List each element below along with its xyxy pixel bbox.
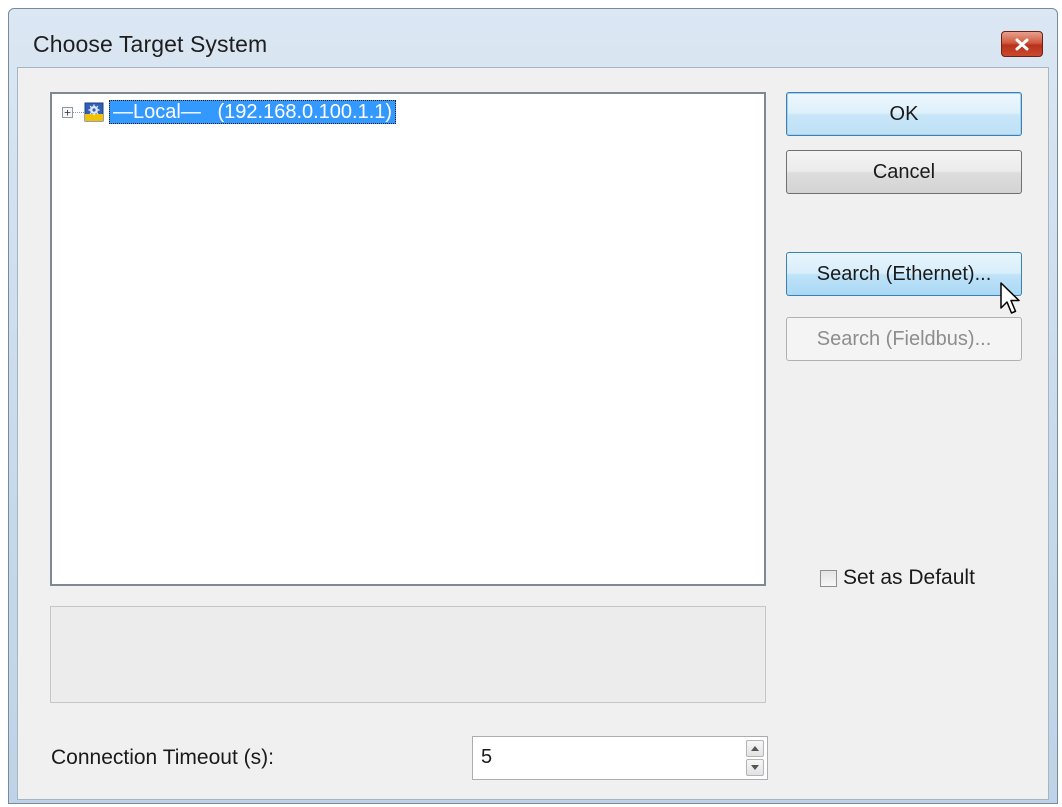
search-ethernet-button[interactable]: Search (Ethernet)... [786, 252, 1022, 296]
expand-icon[interactable]: + [62, 106, 73, 118]
tree-node-local[interactable]: + —Local— (192.168.0.100.1.1) [62, 99, 397, 125]
chevron-up-icon [751, 746, 759, 751]
connection-timeout-spinbox[interactable]: 5 [472, 736, 768, 780]
close-icon [1015, 38, 1029, 50]
target-system-icon [84, 102, 104, 122]
connection-timeout-value[interactable]: 5 [481, 746, 492, 769]
set-as-default-option[interactable]: Set as Default [820, 566, 975, 590]
cancel-button[interactable]: Cancel [786, 150, 1022, 194]
spin-buttons [746, 740, 764, 776]
choose-target-system-dialog: Choose Target System + —Local— (192.168.… [8, 8, 1058, 804]
dialog-title: Choose Target System [33, 31, 268, 57]
spin-down-button[interactable] [746, 759, 764, 776]
title-bar[interactable]: Choose Target System [9, 9, 1057, 67]
target-info-panel [50, 606, 766, 703]
target-system-tree[interactable]: + —Local— (192.168.0.100.1.1) [50, 92, 766, 586]
close-button[interactable] [1001, 31, 1043, 57]
search-fieldbus-button[interactable]: Search (Fieldbus)... [786, 317, 1022, 361]
connection-timeout-label: Connection Timeout (s): [51, 746, 274, 769]
tree-connector [73, 111, 84, 113]
dialog-client-area: + —Local— (192.168.0.100.1.1) OK Cancel … [17, 67, 1049, 800]
set-as-default-checkbox[interactable] [820, 569, 837, 587]
tree-node-label[interactable]: —Local— (192.168.0.100.1.1) [109, 100, 397, 124]
set-as-default-label: Set as Default [843, 566, 975, 589]
mouse-pointer-icon [1000, 282, 1020, 314]
spin-up-button[interactable] [746, 740, 764, 757]
ok-button[interactable]: OK [786, 92, 1022, 136]
chevron-down-icon [751, 765, 759, 770]
